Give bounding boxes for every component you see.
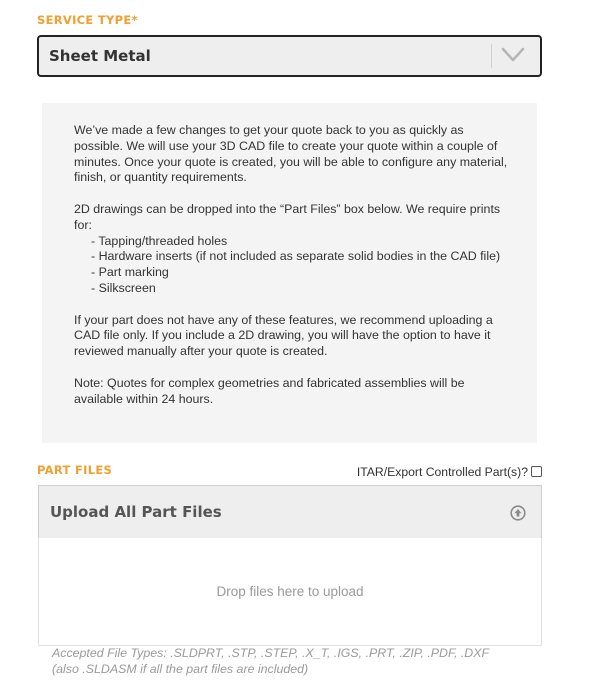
list-item: - Silkscreen [91, 280, 156, 295]
itar-checkbox-label[interactable]: ITAR/Export Controlled Part(s)? [357, 465, 542, 479]
part-files-label: PART FILES [37, 463, 113, 477]
list-item: - Tapping/threaded holes [91, 233, 228, 248]
info-paragraph-note: Note: Quotes for complex geometries and … [74, 375, 465, 406]
dropzone-text: Drop files here to upload [216, 584, 364, 599]
info-paragraph-recommendation: If your part does not have any of these … [74, 312, 493, 359]
list-item: - Part marking [91, 265, 169, 280]
accepted-types-line: Accepted File Types: .SLDPRT, .STP, .STE… [52, 646, 490, 660]
chevron-down-icon[interactable] [501, 43, 525, 67]
upload-header[interactable]: Upload All Part Files [38, 485, 542, 539]
info-paragraph-intro: We’ve made a few changes to get your quo… [74, 123, 508, 185]
upload-arrow-icon[interactable] [510, 505, 526, 521]
itar-checkbox[interactable] [531, 466, 542, 477]
accepted-types-note: (also .SLDASM if all the part files are … [52, 661, 309, 676]
info-panel: We’ve made a few changes to get your quo… [42, 103, 537, 443]
service-type-label: SERVICE TYPE* [37, 13, 138, 27]
itar-label-text: ITAR/Export Controlled Part(s)? [356, 465, 528, 479]
print-requirements-list: - Tapping/threaded holes - Hardware inse… [74, 234, 514, 297]
list-item: - Hardware inserts (if not included as s… [91, 249, 501, 264]
info-paragraph-drawings: 2D drawings can be dropped into the “Par… [74, 201, 501, 232]
service-type-select[interactable]: Sheet Metal [37, 35, 542, 77]
file-dropzone[interactable]: Drop files here to upload [38, 538, 542, 646]
upload-title: Upload All Part Files [50, 503, 222, 521]
info-text: We’ve made a few changes to get your quo… [74, 123, 514, 423]
service-type-value: Sheet Metal [49, 47, 151, 65]
select-divider [491, 44, 492, 68]
accepted-file-types: Accepted File Types: .SLDPRT, .STP, .STE… [52, 646, 552, 677]
